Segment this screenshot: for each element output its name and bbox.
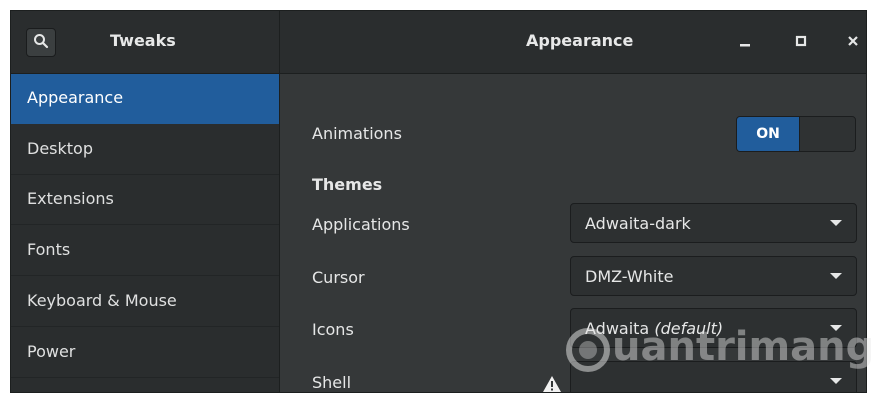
maximize-button[interactable]: [789, 29, 813, 53]
animations-toggle[interactable]: ON: [736, 116, 856, 152]
sidebar-item-label: Appearance: [27, 88, 124, 107]
dropdown-value: Adwaita-dark: [585, 214, 691, 233]
applications-theme-dropdown[interactable]: Adwaita-dark: [570, 203, 857, 243]
sidebar-item-desktop[interactable]: Desktop: [11, 125, 279, 175]
toggle-knob[interactable]: [799, 117, 855, 151]
sidebar-item-keyboard-mouse[interactable]: Keyboard & Mouse: [11, 277, 279, 327]
dropdown-value: DMZ-White: [585, 267, 674, 286]
cursor-theme-dropdown[interactable]: DMZ-White: [570, 256, 857, 296]
sidebar-item-label: Extensions: [27, 189, 114, 208]
search-icon: [33, 33, 49, 53]
minimize-icon: [739, 32, 751, 51]
sidebar-item-extensions[interactable]: Extensions: [11, 175, 279, 225]
watermark-text: uantrimang: [612, 324, 872, 370]
sidebar-item-appearance[interactable]: Appearance: [11, 74, 279, 124]
app-title: Tweaks: [110, 31, 176, 50]
window-title: Appearance: [526, 31, 634, 50]
sidebar-item-label: Power: [27, 342, 76, 361]
shell-label: Shell: [312, 373, 352, 392]
icons-label: Icons: [312, 320, 354, 339]
sidebar-item-power[interactable]: Power: [11, 328, 279, 378]
dropdown-arrow-icon: [830, 273, 842, 279]
watermark-logo: uantrimang: [560, 320, 872, 380]
animations-label: Animations: [312, 124, 402, 143]
sidebar-item-fonts[interactable]: Fonts: [11, 226, 279, 276]
close-button[interactable]: [841, 29, 865, 53]
warning-icon: [542, 375, 562, 392]
cursor-label: Cursor: [312, 268, 365, 287]
sidebar: Appearance Desktop Extensions Fonts Keyb…: [11, 74, 280, 392]
toggle-on-state: ON: [737, 117, 799, 151]
themes-heading: Themes: [312, 175, 383, 194]
header-bar: Tweaks Appearance: [11, 11, 866, 74]
search-button[interactable]: [26, 28, 56, 57]
applications-label: Applications: [312, 215, 410, 234]
header-left: Tweaks: [11, 11, 280, 73]
sidebar-item-label: Keyboard & Mouse: [27, 291, 177, 310]
close-icon: [847, 32, 859, 51]
sidebar-item-label: Desktop: [27, 139, 93, 158]
maximize-icon: [795, 32, 807, 51]
minimize-button[interactable]: [733, 29, 757, 53]
sidebar-item-label: Fonts: [27, 240, 71, 259]
dropdown-arrow-icon: [830, 220, 842, 226]
